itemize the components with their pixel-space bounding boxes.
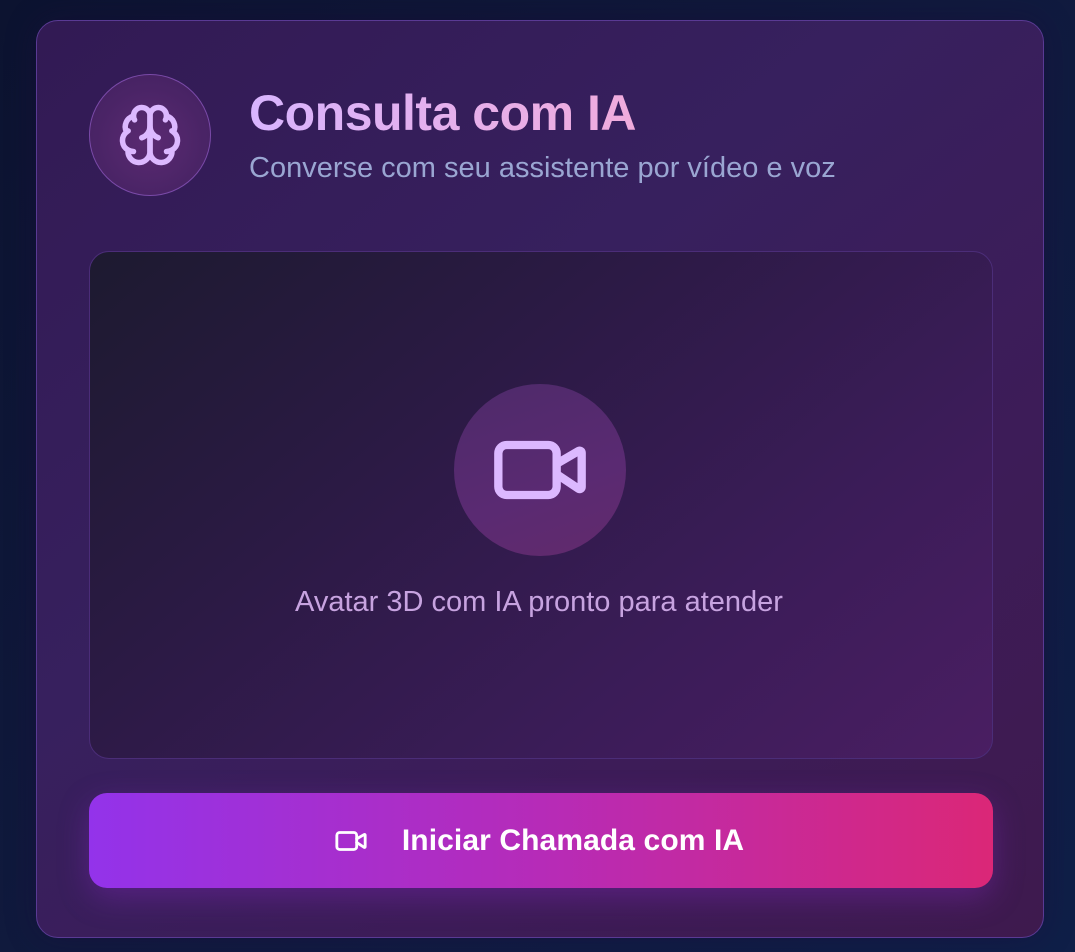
avatar-status-text: Avatar 3D com IA pronto para atender <box>295 586 783 618</box>
brain-icon <box>119 104 181 166</box>
video-camera-icon <box>494 440 586 500</box>
start-ai-call-button[interactable]: Iniciar Chamada com IA <box>89 793 993 888</box>
page-subtitle: Converse com seu assistente por vídeo e … <box>249 152 836 184</box>
page-title: Consulta com IA <box>249 85 636 141</box>
video-placeholder-badge <box>454 384 626 556</box>
start-ai-call-label: Iniciar Chamada com IA <box>401 823 745 857</box>
video-camera-icon <box>334 824 368 858</box>
ai-consultation-card: Consulta com IA Converse com seu assiste… <box>36 20 1044 938</box>
video-preview-panel: Avatar 3D com IA pronto para atender <box>89 251 993 759</box>
brain-icon-badge <box>89 74 211 196</box>
